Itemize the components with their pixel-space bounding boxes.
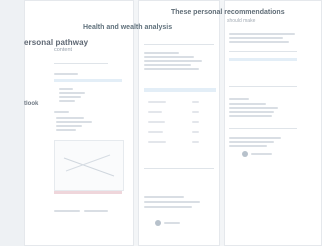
text-line [229, 41, 289, 43]
text-line [144, 56, 194, 58]
text-line [229, 111, 274, 113]
text-line [56, 129, 76, 131]
avatar [155, 220, 161, 226]
trend-line [65, 154, 111, 172]
table-cell [192, 141, 199, 143]
text-line [229, 103, 266, 105]
text-line [229, 98, 249, 100]
text-line [54, 210, 80, 212]
divider [229, 51, 297, 52]
middle-page [138, 0, 220, 246]
text-line [164, 222, 180, 224]
trend-line [63, 157, 115, 177]
text-line [229, 145, 267, 147]
divider [229, 86, 297, 87]
highlight-bar [229, 58, 297, 61]
text-line [144, 64, 191, 66]
divider [144, 168, 214, 169]
table-header [144, 88, 216, 92]
text-line [144, 201, 200, 203]
text-line [59, 92, 85, 94]
text-line [59, 96, 81, 98]
left-page-subtitle: content [54, 47, 73, 53]
text-line [59, 100, 75, 102]
table-cell [192, 101, 199, 103]
text-line [56, 121, 92, 123]
table-cell [148, 101, 166, 103]
text-line [59, 88, 73, 90]
left-page-title: ersonal pathway [24, 38, 89, 47]
table-cell [192, 111, 199, 113]
right-page-title: These personal recommendations [171, 9, 285, 16]
text-line [144, 60, 202, 62]
left-rail [0, 0, 24, 246]
table-cell [148, 121, 165, 123]
highlight-bar [54, 79, 122, 82]
text-line [229, 107, 278, 109]
text-line [229, 137, 281, 139]
middle-page-title: Health and wealth analysis [83, 24, 173, 31]
text-line [84, 210, 108, 212]
text-line [144, 196, 184, 198]
text-line [144, 206, 192, 208]
table-cell [148, 141, 166, 143]
table-cell [148, 131, 163, 133]
divider [54, 63, 108, 64]
text-line [229, 115, 272, 117]
red-bar [54, 191, 122, 194]
table-cell [192, 131, 199, 133]
table-cell [192, 121, 199, 123]
right-page-subtitle: should make [227, 18, 256, 24]
text-line [251, 153, 272, 155]
text-line [229, 33, 295, 35]
text-line [144, 52, 179, 54]
avatar [242, 151, 248, 157]
left-section-title: tlook [24, 101, 39, 107]
text-line [144, 68, 199, 70]
text-line [229, 141, 274, 143]
text-line [54, 111, 69, 113]
text-line [56, 125, 82, 127]
text-line [56, 117, 84, 119]
chart-lines [63, 154, 115, 177]
table-cell [148, 111, 162, 113]
divider [229, 128, 297, 129]
text-line [229, 37, 283, 39]
divider [144, 44, 214, 45]
text-line [54, 73, 78, 75]
